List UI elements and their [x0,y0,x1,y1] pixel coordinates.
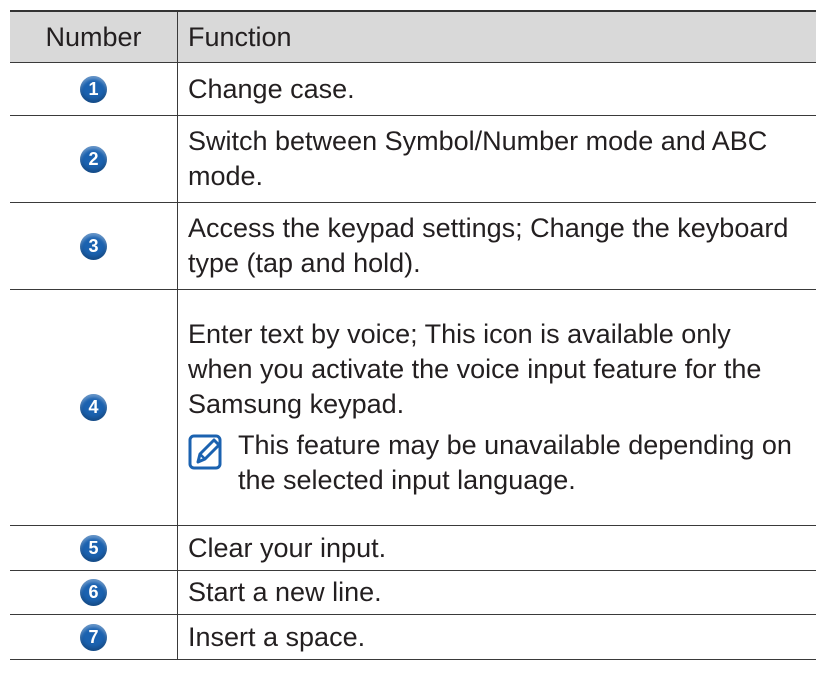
function-cell: Access the keypad settings; Change the k… [177,203,816,289]
function-cell: Enter text by voice; This icon is availa… [177,290,816,525]
header-number: Number [45,21,142,52]
function-text: Switch between Symbol/Number mode and AB… [188,126,768,191]
number-cell: 2 [10,116,177,202]
number-cell: 3 [10,203,177,289]
number-badge-icon: 7 [80,623,107,651]
table-row: 3 Access the keypad settings; Change the… [10,203,816,290]
header-function: Function [177,12,816,62]
table-row: 5 Clear your input. [10,526,816,571]
number-badge-icon: 3 [80,232,107,260]
number-badge-icon: 5 [80,534,107,562]
function-table: Number Function 1 Change case. 2 Switch … [10,10,816,660]
function-cell: Clear your input. [177,526,816,570]
table-row: 2 Switch between Symbol/Number mode and … [10,116,816,203]
note-block: This feature may be unavailable dependin… [188,428,802,498]
table-row: 1 Change case. [10,63,816,116]
function-text: Access the keypad settings; Change the k… [188,213,789,278]
function-text: Change case. [188,73,355,104]
number-badge-icon: 4 [80,394,107,421]
number-badge-icon: 6 [80,579,107,606]
function-text: Enter text by voice; This icon is availa… [188,319,762,419]
function-cell: Change case. [177,63,816,115]
function-cell: Start a new line. [177,571,816,614]
function-cell: Insert a space. [177,615,816,659]
number-badge-icon: 1 [80,75,107,103]
note-pencil-icon [188,432,224,481]
number-badge-icon: 2 [80,145,107,173]
note-text: This feature may be unavailable dependin… [238,430,792,495]
number-cell: 4 [10,290,177,525]
table-row: 7 Insert a space. [10,615,816,660]
number-cell: 6 [10,571,177,614]
number-cell: 7 [10,615,177,659]
table-row: 6 Start a new line. [10,571,816,615]
function-text: Insert a space. [188,621,366,652]
table-row: 4 Enter text by voice; This icon is avai… [10,290,816,526]
number-cell: 1 [10,63,177,115]
table-header-row: Number Function [10,10,816,63]
function-text: Start a new line. [188,577,382,607]
function-cell: Switch between Symbol/Number mode and AB… [177,116,816,202]
number-cell: 5 [10,526,177,570]
function-text: Clear your input. [188,532,387,563]
